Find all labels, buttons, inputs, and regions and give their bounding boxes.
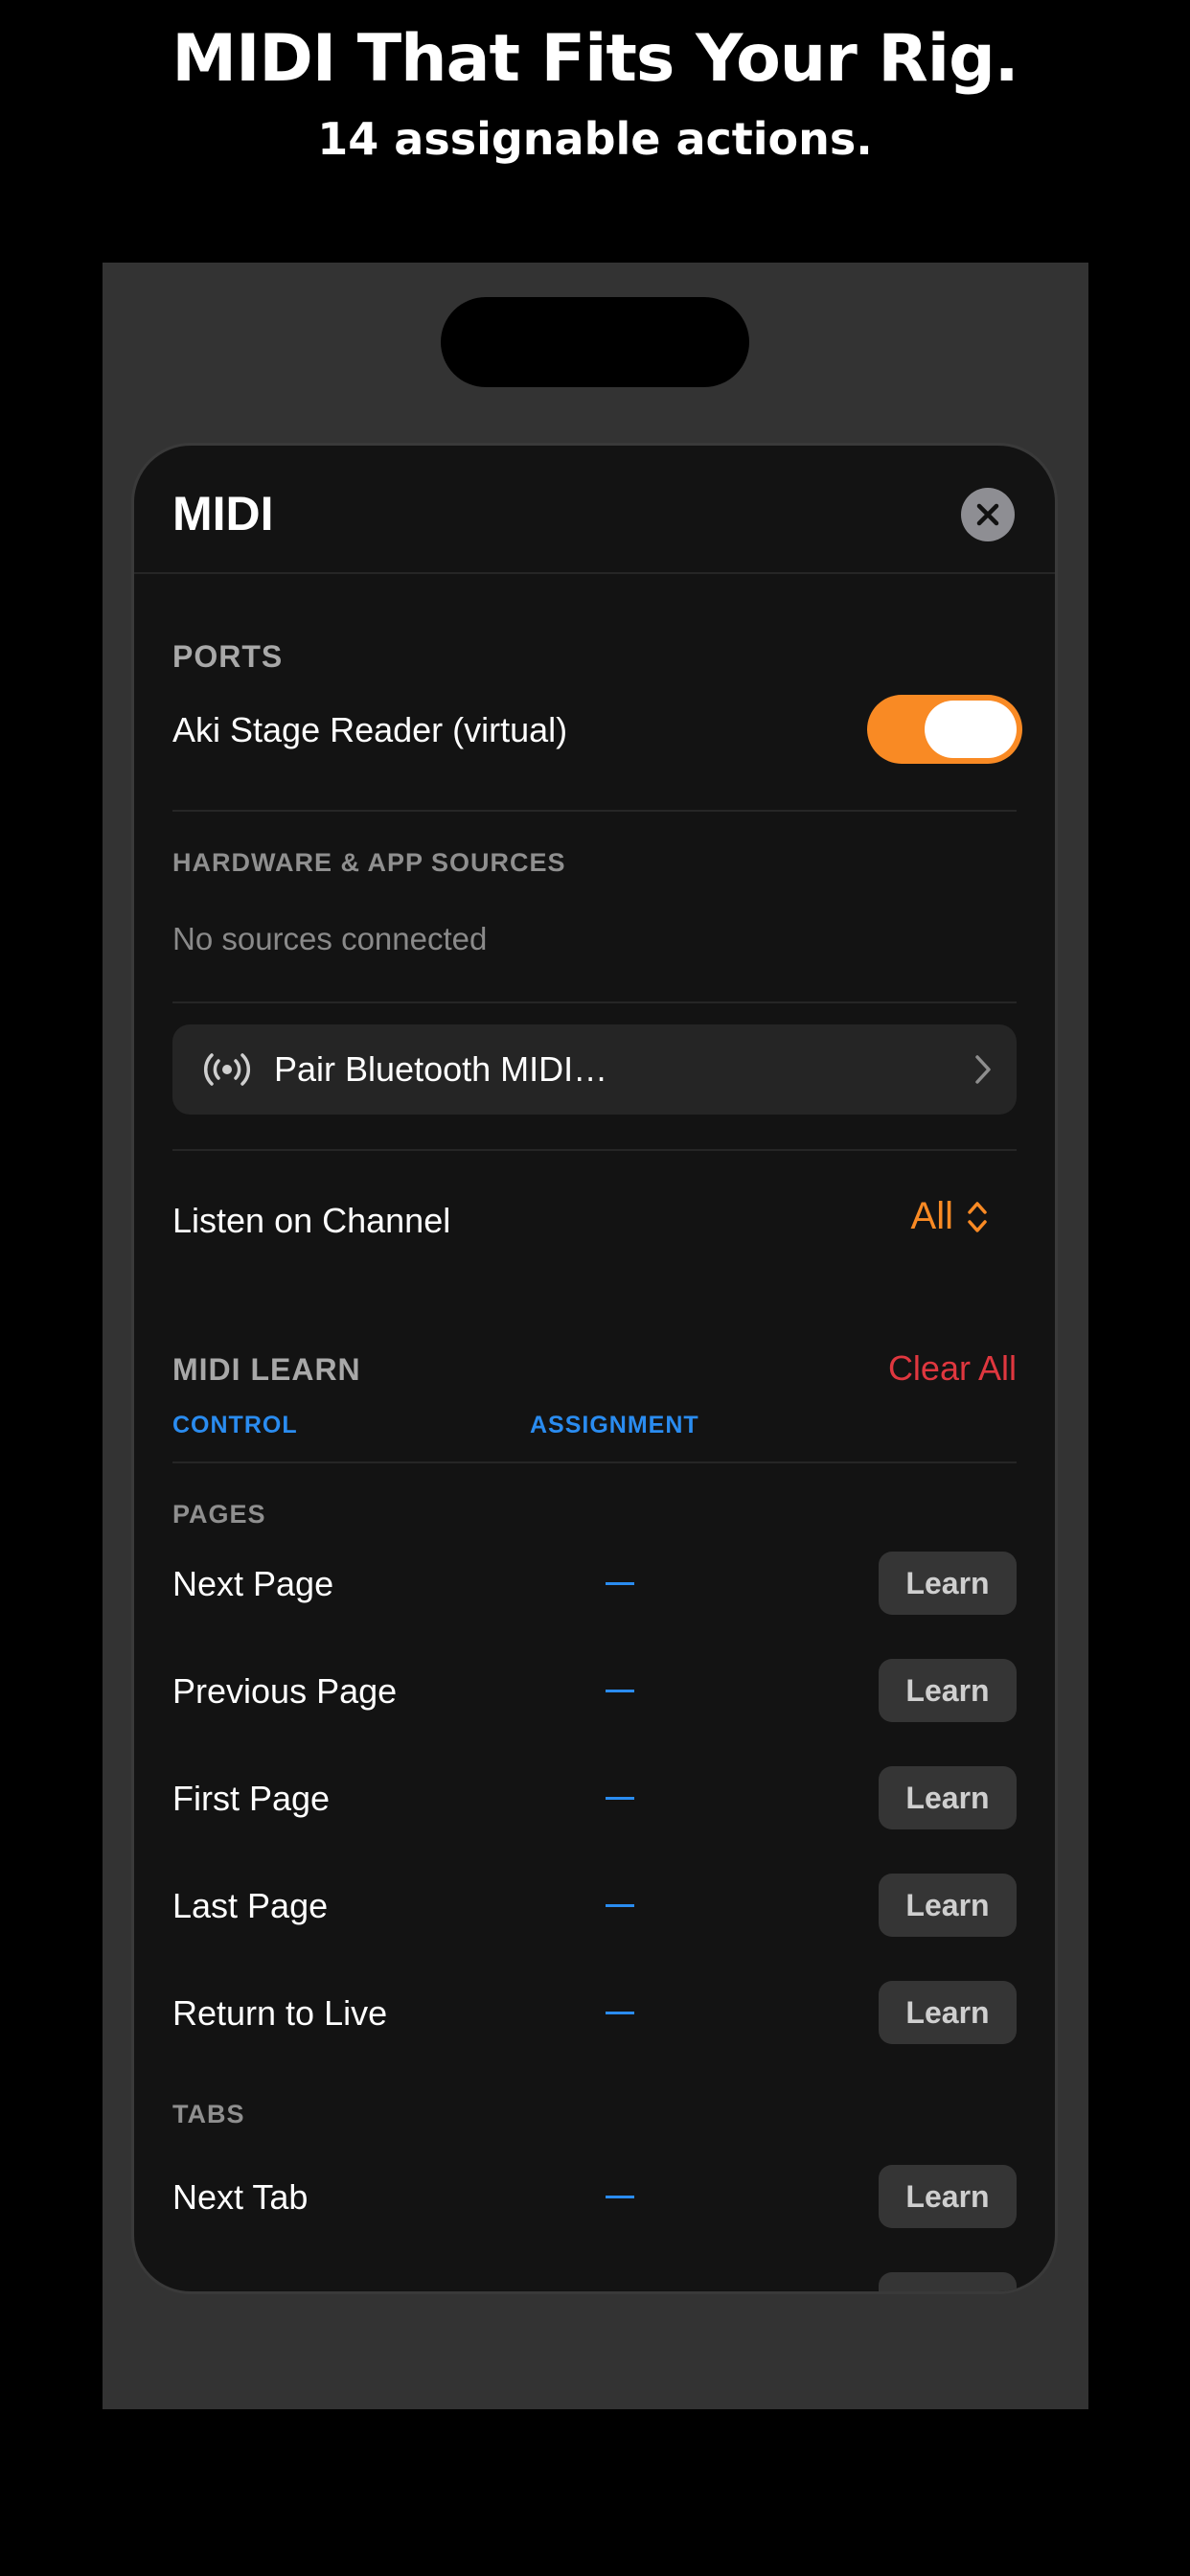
toggle-knob [925,701,1017,758]
group-header-pages: PAGES [172,1500,266,1529]
clear-all-button[interactable]: Clear All [888,1348,1017,1389]
assignment-empty [606,1797,634,1800]
channel-picker[interactable]: All [911,1195,988,1238]
control-label: Next Page [172,1564,334,1603]
virtual-port-toggle[interactable] [867,695,1022,764]
assignment-empty [606,1904,634,1907]
divider [172,810,1017,812]
channel-value: All [910,1195,953,1237]
divider [172,1149,1017,1151]
control-label: Previous Tab [172,2285,371,2291]
learn-row: First Page Learn [172,1764,1017,1831]
broadcast-icon [204,1053,250,1086]
chevron-right-icon [975,1055,991,1084]
learn-button[interactable]: Learn [879,1766,1017,1829]
learn-row: Return to Live Learn [172,1979,1017,2046]
midi-learn-header: MIDI LEARN [172,1352,361,1387]
learn-row: Previous Page Learn [172,1657,1017,1724]
promo-subtitle: 14 assignable actions. [317,113,873,165]
learn-button[interactable]: Learn [879,1659,1017,1722]
control-label: First Page [172,1779,331,1818]
column-control: CONTROL [172,1412,298,1438]
learn-row: Next Tab Learn [172,2163,1017,2230]
pair-bluetooth-button[interactable]: Pair Bluetooth MIDI… [172,1024,1017,1115]
virtual-port-label: Aki Stage Reader (virtual) [172,710,568,749]
close-button[interactable] [961,488,1015,541]
device-screen: MIDI PORTS Aki Stage Reader (virtual) HA… [103,263,1088,2409]
close-icon [976,503,999,526]
control-label: Return to Live [172,1993,388,2033]
learn-button[interactable]: Learn [879,2272,1017,2291]
learn-button[interactable]: Learn [879,2165,1017,2228]
column-assignment: ASSIGNMENT [530,1412,699,1438]
learn-button[interactable]: Learn [879,1874,1017,1937]
ports-header: PORTS [172,639,284,674]
assignment-empty [606,2196,634,2198]
learn-button[interactable]: Learn [879,1981,1017,2044]
learn-row: Next Page Learn [172,1550,1017,1617]
sheet-title: MIDI [172,487,274,540]
assignment-empty [606,2012,634,2014]
sources-header: HARDWARE & APP SOURCES [172,848,566,877]
control-label: Next Tab [172,2177,309,2217]
group-header-tabs: TABS [172,2100,245,2128]
learn-row: Previous Tab Learn [172,2270,1017,2291]
divider [172,1001,1017,1003]
midi-sheet: MIDI PORTS Aki Stage Reader (virtual) HA… [131,443,1058,2294]
promo-title: MIDI That Fits Your Rig. [172,21,1018,97]
control-label: Previous Page [172,1671,398,1711]
assignment-empty [606,1582,634,1585]
learn-button[interactable]: Learn [879,1552,1017,1615]
sheet-header: MIDI [134,446,1055,574]
control-label: Last Page [172,1886,329,1925]
listen-channel-label: Listen on Channel [172,1201,451,1240]
pair-bluetooth-label: Pair Bluetooth MIDI… [274,1049,608,1089]
learn-row: Last Page Learn [172,1872,1017,1939]
assignment-empty [606,1690,634,1692]
divider [172,1461,1017,1463]
dynamic-island [441,297,749,387]
sources-empty-text: No sources connected [172,921,488,956]
chevron-up-down-icon [968,1201,987,1232]
